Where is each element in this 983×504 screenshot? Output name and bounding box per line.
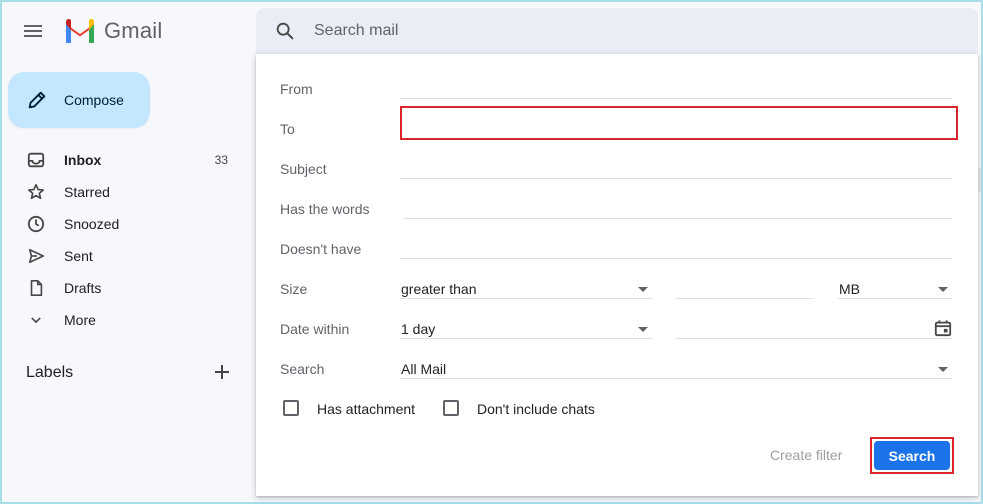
- sidebar-item-label: Snoozed: [64, 216, 120, 232]
- inbox-count: 33: [214, 153, 228, 167]
- sidebar-item-label: More: [64, 312, 96, 328]
- pencil-icon: [28, 91, 46, 109]
- dont-include-chats-checkbox[interactable]: [443, 400, 459, 416]
- search-button[interactable]: Search: [874, 441, 950, 470]
- sidebar-item-more[interactable]: More: [2, 304, 242, 336]
- gmail-logo[interactable]: Gmail: [64, 18, 162, 44]
- dropdown-arrow-icon: [938, 287, 948, 292]
- calendar-icon[interactable]: [934, 319, 952, 337]
- chevron-down-icon: [26, 310, 46, 330]
- sidebar-item-inbox[interactable]: Inbox 33: [2, 144, 242, 176]
- search-in-label: Search: [280, 361, 325, 377]
- search-icon[interactable]: [274, 20, 296, 42]
- has-attachment-label: Has attachment: [317, 401, 416, 417]
- sidebar-nav: Inbox 33 Starred Snoozed Sent Drafts Mor…: [2, 144, 242, 336]
- advanced-search-panel: From To Subject Has the words Doesn't ha…: [256, 54, 978, 496]
- dropdown-arrow-icon: [638, 327, 648, 332]
- compose-button[interactable]: Compose: [8, 72, 150, 128]
- send-icon: [26, 246, 46, 266]
- date-within-label: Date within: [280, 321, 350, 337]
- sidebar-item-label: Starred: [64, 184, 110, 200]
- plus-icon[interactable]: [212, 362, 232, 382]
- size-value-field[interactable]: [676, 298, 814, 299]
- subject-field[interactable]: [400, 178, 952, 179]
- compose-label: Compose: [64, 92, 124, 108]
- clock-icon: [26, 214, 46, 234]
- sidebar-item-starred[interactable]: Starred: [2, 176, 242, 208]
- draft-icon: [26, 278, 46, 298]
- has-attachment-checkbox[interactable]: [283, 400, 299, 416]
- date-within-value: 1 day: [401, 321, 436, 337]
- sidebar-item-label: Inbox: [64, 152, 102, 168]
- search-bar[interactable]: Search mail: [256, 8, 978, 54]
- to-label: To: [280, 121, 295, 137]
- dont-include-chats-label: Don't include chats: [477, 401, 595, 417]
- size-operator-value: greater than: [401, 281, 477, 297]
- subject-label: Subject: [280, 161, 327, 177]
- inbox-icon: [26, 150, 46, 170]
- has-words-field[interactable]: [404, 218, 952, 219]
- search-in-value: All Mail: [401, 361, 447, 377]
- gmail-m-icon: [66, 19, 94, 43]
- create-filter-button[interactable]: Create filter: [770, 447, 842, 463]
- labels-heading: Labels: [26, 364, 74, 381]
- doesnt-have-field[interactable]: [400, 258, 952, 259]
- search-input[interactable]: Search mail: [314, 22, 398, 40]
- logo-text: Gmail: [104, 18, 163, 43]
- sidebar-item-label: Drafts: [64, 280, 102, 296]
- date-field[interactable]: [676, 338, 952, 339]
- to-field[interactable]: [400, 106, 958, 140]
- sidebar-item-sent[interactable]: Sent: [2, 240, 242, 272]
- sidebar-item-label: Sent: [64, 248, 93, 264]
- star-icon: [26, 182, 46, 202]
- dropdown-arrow-icon: [638, 287, 648, 292]
- dropdown-arrow-icon: [938, 367, 948, 372]
- size-label: Size: [280, 281, 308, 297]
- scroll-edge: [978, 168, 981, 192]
- has-words-label: Has the words: [280, 201, 370, 217]
- from-label: From: [280, 81, 313, 97]
- from-field[interactable]: [400, 98, 952, 99]
- doesnt-have-label: Doesn't have: [280, 241, 362, 257]
- sidebar-item-snoozed[interactable]: Snoozed: [2, 208, 242, 240]
- search-button-highlight: Search: [870, 437, 954, 474]
- size-unit-value: MB: [839, 281, 860, 297]
- main-menu-icon[interactable]: [24, 22, 48, 42]
- sidebar-item-drafts[interactable]: Drafts: [2, 272, 242, 304]
